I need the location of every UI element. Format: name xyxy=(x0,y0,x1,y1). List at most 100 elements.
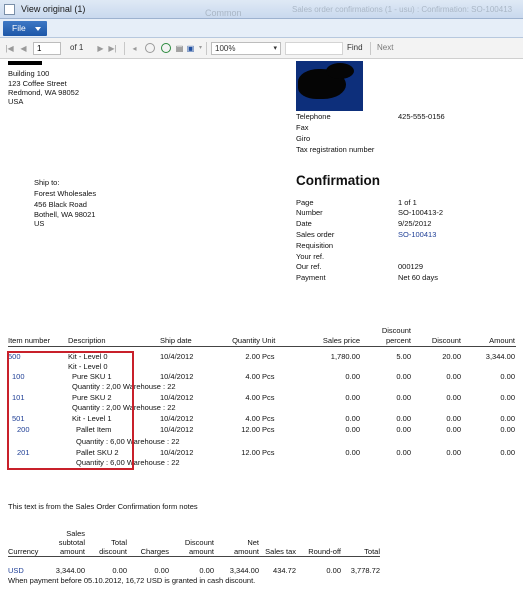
line-discount-percent: 0.00 xyxy=(396,448,411,457)
totals-header-total-discount: discount xyxy=(99,547,127,556)
line-unit: Pcs xyxy=(262,425,275,434)
column-header-sales-price: Sales price xyxy=(322,336,360,345)
sales-order-link[interactable]: SO-100413 xyxy=(398,230,436,239)
ship-to-street: 456 Black Road xyxy=(34,200,87,209)
line-ship-date: 10/4/2012 xyxy=(160,352,194,361)
form-notes-text: This text is from the Sales Order Confir… xyxy=(8,502,198,511)
tax-registration-label: Tax registration number xyxy=(296,145,375,154)
line-ship-date: 10/4/2012 xyxy=(160,425,194,434)
totals-header-net-amount: amount xyxy=(233,547,259,556)
column-header-amount: Amount xyxy=(489,336,515,345)
totals-header-discount-amount: Discount xyxy=(184,538,214,547)
find-next-link[interactable]: Next xyxy=(377,43,393,52)
date-value: 9/25/2012 xyxy=(398,219,432,228)
telephone-label: Telephone xyxy=(296,112,331,121)
line-discount: 20.00 xyxy=(442,352,461,361)
fax-label: Fax xyxy=(296,123,309,132)
line-sales-price: 0.00 xyxy=(345,448,360,457)
next-page-icon[interactable]: ▶ xyxy=(96,44,105,53)
column-header-discount-percent: percent xyxy=(385,336,411,345)
line-amount: 0.00 xyxy=(500,425,515,434)
ribbon-menu-bar: File xyxy=(0,19,523,38)
refresh-icon[interactable] xyxy=(161,43,171,53)
total-discount-value: 0.00 xyxy=(112,566,127,575)
total-charges-value: 0.00 xyxy=(154,566,169,575)
line-unit: Pcs xyxy=(262,393,275,402)
export-dropdown-icon[interactable]: ▾ xyxy=(196,44,205,53)
window-title-bar: View original (1) Common Sales order con… xyxy=(0,0,523,19)
line-quantity: 2.00 xyxy=(245,352,260,361)
page-value: 1 of 1 xyxy=(398,198,417,207)
line-unit: Pcs xyxy=(262,352,275,361)
company-address-line: USA xyxy=(8,97,24,106)
line-ship-date: 10/4/2012 xyxy=(160,414,194,423)
line-amount: 0.00 xyxy=(500,448,515,457)
toolbar-separator xyxy=(370,42,371,55)
page-label: Page xyxy=(296,198,314,207)
column-header-item-number: Item number xyxy=(8,336,51,345)
requisition-label: Requisition xyxy=(296,241,334,250)
line-ship-date: 10/4/2012 xyxy=(160,372,194,381)
confirmation-heading: Confirmation xyxy=(296,173,380,188)
line-unit: Pcs xyxy=(262,372,275,381)
page-number-input[interactable] xyxy=(33,42,61,55)
back-icon[interactable]: ◂ xyxy=(130,44,139,53)
report-toolbar: |◀ ◀ of 1 ▶ ▶| ◂ ▤ ▣ ▾ 100% ▾ Find Next xyxy=(0,38,523,59)
background-tab-label: Common xyxy=(205,8,242,18)
line-quantity: 12.00 xyxy=(241,448,260,457)
totals-header-round-off: Round-off xyxy=(308,547,341,556)
window-title: View original (1) xyxy=(21,4,86,14)
totals-header-total-discount: Total xyxy=(111,538,127,547)
total-net-amount-value: 3,344.00 xyxy=(229,566,259,575)
line-discount-percent: 0.00 xyxy=(396,425,411,434)
line-discount: 0.00 xyxy=(446,448,461,457)
column-header-discount: Discount xyxy=(431,336,461,345)
save-export-icon[interactable]: ▣ xyxy=(186,44,195,53)
line-sales-price: 0.00 xyxy=(345,393,360,402)
currency-link[interactable]: USD xyxy=(8,566,24,575)
line-discount-percent: 0.00 xyxy=(396,393,411,402)
stop-icon[interactable] xyxy=(145,43,155,53)
print-icon[interactable]: ▤ xyxy=(175,44,184,53)
find-link[interactable]: Find xyxy=(347,43,363,52)
line-amount: 0.00 xyxy=(500,414,515,423)
first-page-icon[interactable]: |◀ xyxy=(5,44,14,53)
toolbar-separator xyxy=(124,42,125,55)
grand-total-value: 3,778.72 xyxy=(350,566,380,575)
line-sales-price: 0.00 xyxy=(345,425,360,434)
totals-header-rule xyxy=(8,556,380,557)
zoom-select[interactable]: 100% ▾ xyxy=(211,42,281,55)
ship-to-name: Forest Wholesales xyxy=(34,189,97,198)
chevron-down-icon: ▾ xyxy=(273,45,277,52)
line-sales-price: 1,780.00 xyxy=(330,352,360,361)
totals-header-sales-subtotal: subtotal xyxy=(58,538,85,547)
find-input[interactable] xyxy=(285,42,343,55)
previous-page-icon[interactable]: ◀ xyxy=(19,44,28,53)
logo-redaction xyxy=(326,63,354,79)
column-header-unit: Unit xyxy=(262,336,276,345)
column-header-description: Description xyxy=(68,336,106,345)
line-unit: Pcs xyxy=(262,448,275,457)
totals-header-currency: Currency xyxy=(8,547,39,556)
line-discount-percent: 5.00 xyxy=(396,352,411,361)
date-label: Date xyxy=(296,219,312,228)
company-logo xyxy=(296,61,363,111)
totals-header-charges: Charges xyxy=(140,547,169,556)
zoom-value: 100% xyxy=(215,44,236,53)
your-ref-label: Your ref. xyxy=(296,252,325,261)
total-sales-tax-value: 434.72 xyxy=(273,566,296,575)
line-amount: 0.00 xyxy=(500,393,515,402)
totals-header-sales-subtotal: Sales xyxy=(66,529,85,538)
file-menu-button[interactable]: File xyxy=(3,21,47,36)
line-discount-percent: 0.00 xyxy=(396,414,411,423)
column-header-quantity: Quantity xyxy=(232,336,260,345)
line-sales-price: 0.00 xyxy=(345,372,360,381)
redacted-company-name xyxy=(8,61,42,65)
line-ship-date: 10/4/2012 xyxy=(160,393,194,402)
ship-to-country: US xyxy=(34,219,45,228)
total-discount-amount-value: 0.00 xyxy=(199,566,214,575)
line-discount: 0.00 xyxy=(446,393,461,402)
ship-to-label: Ship to: xyxy=(34,178,60,187)
column-header-discount-percent: Discount xyxy=(381,326,411,335)
last-page-icon[interactable]: ▶| xyxy=(108,44,117,53)
